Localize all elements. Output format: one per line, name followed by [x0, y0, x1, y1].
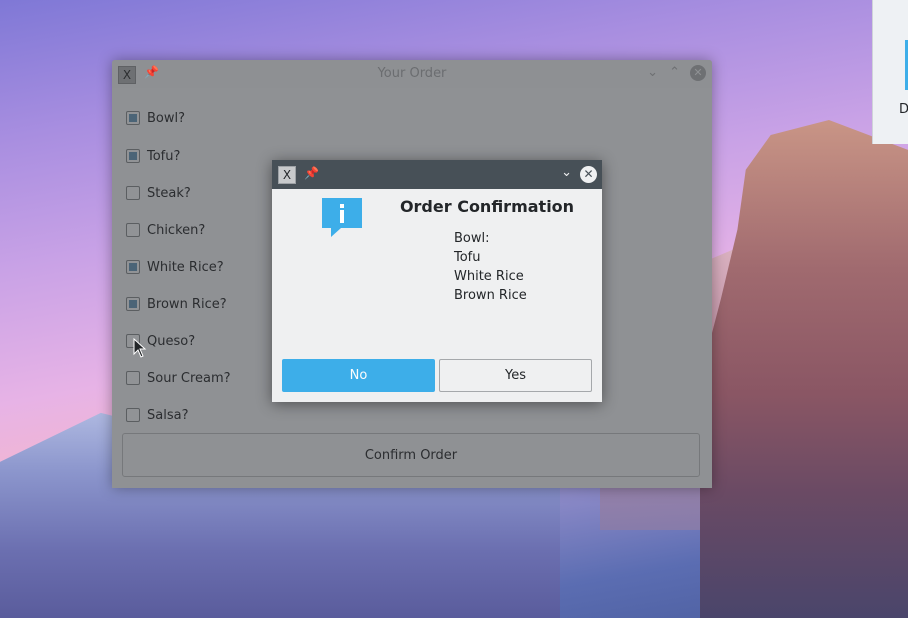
summary-line: White Rice: [454, 269, 524, 284]
minimize-icon[interactable]: ⌄: [647, 65, 658, 80]
option-brown-rice[interactable]: Brown Rice?: [126, 294, 227, 314]
yes-button[interactable]: Yes: [439, 359, 592, 392]
app-icon[interactable]: X: [278, 166, 296, 184]
option-label: Chicken?: [147, 222, 206, 238]
option-salsa[interactable]: Salsa?: [126, 405, 188, 425]
dialog-heading: Order Confirmation: [399, 197, 575, 216]
info-icon: [322, 198, 362, 237]
option-sour-cream[interactable]: Sour Cream?: [126, 368, 231, 388]
option-label: Tofu?: [147, 148, 181, 164]
option-chicken[interactable]: Chicken?: [126, 220, 205, 240]
wallpaper-cliff: [700, 120, 908, 618]
option-label: White Rice?: [147, 259, 224, 275]
option-label: Queso?: [147, 333, 196, 349]
checkbox[interactable]: [126, 371, 140, 385]
option-label: Steak?: [147, 185, 191, 201]
checkbox[interactable]: [126, 297, 140, 311]
option-label: Sour Cream?: [147, 370, 231, 386]
option-bowl[interactable]: Bowl?: [126, 108, 185, 128]
confirm-order-button[interactable]: Confirm Order: [122, 433, 700, 477]
option-tofu[interactable]: Tofu?: [126, 146, 180, 166]
option-label: Salsa?: [147, 407, 189, 423]
desktop-icon[interactable]: D: [872, 0, 908, 144]
option-label: Bowl?: [147, 110, 186, 126]
no-button[interactable]: No: [282, 359, 435, 392]
option-label: Brown Rice?: [147, 296, 227, 312]
summary-line: Brown Rice: [454, 288, 527, 303]
summary-line: Bowl:: [454, 231, 490, 246]
checkbox[interactable]: [126, 260, 140, 274]
option-steak[interactable]: Steak?: [126, 183, 191, 203]
dialog-titlebar[interactable]: X 📌 ⌄ ✕: [272, 160, 602, 189]
close-icon[interactable]: ✕: [580, 166, 597, 183]
order-confirmation-dialog: X 📌 ⌄ ✕ Order Confirmation Bowl: Tofu Wh…: [272, 160, 602, 402]
minimize-icon[interactable]: ⌄: [561, 165, 572, 180]
desktop-icon-label: D: [899, 102, 908, 117]
window-title: Your Order: [377, 66, 447, 81]
pin-icon[interactable]: 📌: [304, 166, 319, 180]
mouse-cursor-icon: [133, 338, 147, 358]
checkbox[interactable]: [126, 408, 140, 422]
order-summary: Bowl: Tofu White Rice Brown Rice: [454, 229, 527, 305]
checkbox[interactable]: [126, 186, 140, 200]
maximize-icon[interactable]: ⌃: [669, 65, 680, 80]
summary-line: Tofu: [454, 250, 481, 265]
close-icon[interactable]: ✕: [690, 65, 706, 81]
checkbox[interactable]: [126, 111, 140, 125]
checkbox[interactable]: [126, 149, 140, 163]
order-window-titlebar[interactable]: X 📌 Your Order ⌄ ⌃ ✕: [112, 60, 712, 88]
checkbox[interactable]: [126, 223, 140, 237]
option-white-rice[interactable]: White Rice?: [126, 257, 224, 277]
